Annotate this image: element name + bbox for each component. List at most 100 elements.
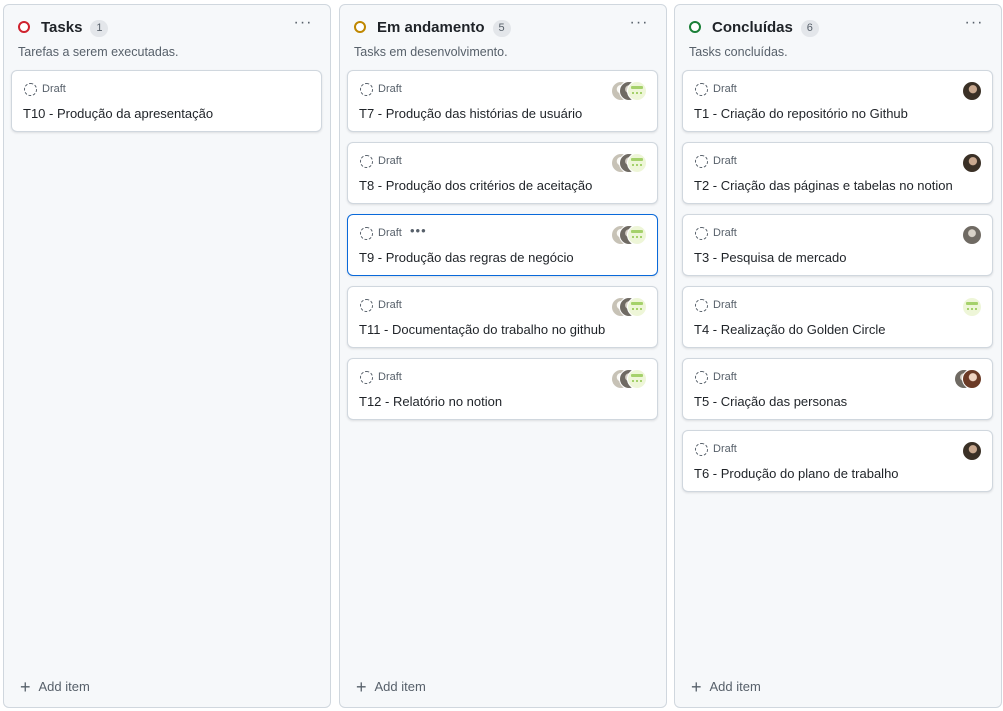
draft-status-icon (360, 371, 373, 384)
assignees[interactable] (962, 81, 982, 101)
column-description: Tarefas a serem executadas. (18, 45, 179, 59)
assignees[interactable] (611, 369, 647, 389)
assignees[interactable] (299, 81, 311, 101)
add-item-button[interactable]: + Add item (356, 677, 426, 697)
column-description: Tasks em desenvolvimento. (354, 45, 508, 59)
issue-card[interactable]: Draft T10 - Produção da apresentação (11, 70, 322, 132)
issue-card[interactable]: Draft T11 - Documentação do trabalho no … (347, 286, 658, 348)
status-circle-icon (18, 21, 30, 33)
column-title: Em andamento 5 (377, 19, 511, 37)
column-title-text: Tasks (41, 19, 83, 36)
item-count-badge: 5 (492, 20, 511, 37)
assignees[interactable] (611, 153, 647, 173)
assignees[interactable] (962, 153, 982, 173)
issue-card[interactable]: Draft T7 - Produção das histórias de usu… (347, 70, 658, 132)
column-0: Tasks 1 ··· Tarefas a serem executadas. +… (3, 4, 331, 708)
draft-label: Draft (713, 443, 737, 455)
item-count-badge: 6 (800, 20, 819, 37)
draft-status-icon (360, 83, 373, 96)
card-title[interactable]: T7 - Produção das histórias de usuário (359, 106, 582, 122)
column-header: Concluídas 6 ··· (689, 15, 987, 39)
item-count-badge: 1 (90, 20, 109, 37)
column-title: Tasks 1 (41, 19, 109, 37)
draft-status-icon (695, 83, 708, 96)
card-title[interactable]: T12 - Relatório no notion (359, 394, 502, 410)
issue-card[interactable]: Draft T12 - Relatório no notion (347, 358, 658, 420)
draft-label: Draft (378, 155, 402, 167)
card-title[interactable]: T1 - Criação do repositório no Github (694, 106, 908, 122)
assignees[interactable] (611, 225, 647, 245)
issue-card[interactable]: Draft T5 - Criação das personas (682, 358, 993, 420)
issue-card[interactable]: Draft T6 - Produção do plano de trabalho (682, 430, 993, 492)
card-title[interactable]: T11 - Documentação do trabalho no github (359, 322, 605, 338)
card-title[interactable]: T6 - Produção do plano de trabalho (694, 466, 899, 482)
column-2: Concluídas 6 ··· Tasks concluídas. + Add i… (674, 4, 1002, 708)
add-item-label: Add item (38, 679, 90, 694)
draft-label: Draft (42, 83, 66, 95)
column-more-options-button[interactable]: ··· (290, 15, 316, 35)
issue-card[interactable]: Draft T2 - Criação das páginas e tabelas… (682, 142, 993, 204)
assignees[interactable] (954, 369, 982, 389)
draft-status-icon (695, 443, 708, 456)
card-title[interactable]: T9 - Produção das regras de negócio (359, 250, 574, 266)
column-1: Em andamento 5 ··· Tasks em desenvolvimen… (339, 4, 667, 708)
card-title[interactable]: T3 - Pesquisa de mercado (694, 250, 846, 266)
app-avatar-icon[interactable] (627, 81, 647, 101)
assignees[interactable] (962, 297, 982, 317)
app-avatar-icon[interactable] (627, 153, 647, 173)
avatar[interactable] (962, 441, 982, 461)
status-circle-icon (689, 21, 701, 33)
column-header: Tasks 1 ··· (18, 15, 316, 39)
app-avatar-icon[interactable] (627, 369, 647, 389)
draft-status-icon (695, 155, 708, 168)
avatar[interactable] (962, 225, 982, 245)
issue-card[interactable]: Draft T9 - Produção das regras de negóci… (347, 214, 658, 276)
draft-status-icon (360, 155, 373, 168)
column-title-text: Em andamento (377, 19, 485, 36)
draft-status-icon (695, 299, 708, 312)
draft-label: Draft (378, 83, 402, 95)
column-description: Tasks concluídas. (689, 45, 788, 59)
card-title[interactable]: T2 - Criação das páginas e tabelas no no… (694, 178, 953, 194)
card-title[interactable]: T10 - Produção da apresentação (23, 106, 213, 122)
assignees[interactable] (962, 441, 982, 461)
avatar[interactable] (962, 153, 982, 173)
draft-status-icon (360, 299, 373, 312)
app-avatar-icon[interactable] (962, 297, 982, 317)
card-title[interactable]: T5 - Criação das personas (694, 394, 847, 410)
card-title[interactable]: T8 - Produção dos critérios de aceitação (359, 178, 592, 194)
issue-card[interactable]: Draft T4 - Realização do Golden Circle (682, 286, 993, 348)
status-circle-icon (354, 21, 366, 33)
avatar[interactable] (962, 81, 982, 101)
issue-card[interactable]: Draft T8 - Produção dos critérios de ace… (347, 142, 658, 204)
column-more-options-button[interactable]: ··· (961, 15, 987, 35)
draft-status-icon (695, 227, 708, 240)
column-header: Em andamento 5 ··· (354, 15, 652, 39)
issue-card[interactable]: Draft T3 - Pesquisa de mercado (682, 214, 993, 276)
issue-card[interactable]: Draft T1 - Criação do repositório no Git… (682, 70, 993, 132)
app-avatar-icon[interactable] (627, 225, 647, 245)
draft-status-icon (24, 83, 37, 96)
app-avatar-icon[interactable] (627, 297, 647, 317)
column-more-options-button[interactable]: ··· (626, 15, 652, 35)
avatar[interactable] (962, 369, 982, 389)
draft-label: Draft (378, 299, 402, 311)
draft-label: Draft (378, 227, 402, 239)
card-title[interactable]: T4 - Realização do Golden Circle (694, 322, 885, 338)
draft-label: Draft (378, 371, 402, 383)
assignees[interactable] (611, 81, 647, 101)
add-item-label: Add item (374, 679, 426, 694)
column-title-text: Concluídas (712, 19, 793, 36)
draft-label: Draft (713, 299, 737, 311)
plus-icon: + (356, 677, 367, 697)
draft-label: Draft (713, 155, 737, 167)
add-item-button[interactable]: + Add item (691, 678, 761, 696)
draft-label: Draft (713, 227, 737, 239)
plus-icon: + (20, 677, 31, 697)
assignees[interactable] (962, 225, 982, 245)
add-item-button[interactable]: + Add item (20, 677, 90, 697)
column-title: Concluídas 6 (712, 19, 819, 37)
assignees[interactable] (611, 297, 647, 317)
card-more-options-button[interactable]: ••• (410, 224, 427, 238)
draft-status-icon (695, 371, 708, 384)
